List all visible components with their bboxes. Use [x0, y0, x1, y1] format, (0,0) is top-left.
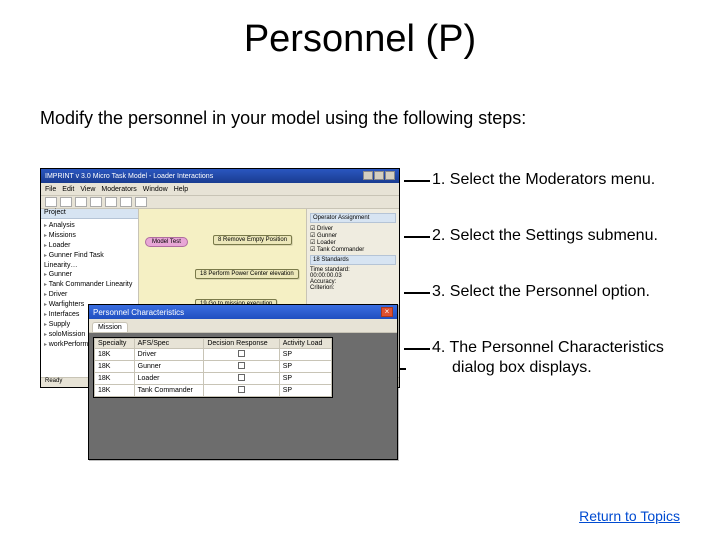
cell-checkbox[interactable] [204, 349, 279, 361]
personnel-grid: Specialty AFS/Spec Decision Response Act… [93, 337, 333, 398]
tool-button[interactable] [75, 197, 87, 207]
step-4-line2: dialog box displays. [432, 359, 592, 376]
col-specialty: Specialty [95, 339, 135, 349]
tool-button[interactable] [135, 197, 147, 207]
dialog-titlebar: Personnel Characteristics × [89, 305, 397, 319]
tree-item[interactable]: Tank Commander Linearity [44, 280, 135, 290]
step-2: 2. Select the Settings submenu. [432, 226, 702, 246]
step-3: 3. Select the Personnel option. [432, 282, 702, 302]
dialog-close-icon[interactable]: × [381, 307, 393, 317]
menu-file[interactable]: File [45, 186, 56, 193]
slide-title: Personnel (P) [0, 18, 720, 61]
step-4: 4. The Personnel Characteristics dialog … [432, 338, 702, 378]
cell: 18K [95, 349, 135, 361]
cell-checkbox[interactable] [204, 385, 279, 397]
toolbar [41, 195, 399, 209]
diagram-node[interactable]: 18 Perform Power Center elevation [195, 269, 299, 279]
personnel-dialog: Personnel Characteristics × Mission Spec… [88, 304, 398, 460]
intro-text: Modify the personnel in your model using… [40, 108, 526, 129]
cell-checkbox[interactable] [204, 361, 279, 373]
cell: 18K [95, 373, 135, 385]
tree-header: Project [41, 209, 138, 219]
menu-edit[interactable]: Edit [62, 186, 74, 193]
col-activity: Activity Load [279, 339, 331, 349]
step-1: 1. Select the Moderators menu. [432, 170, 702, 190]
operator-header: Operator Assignment [310, 213, 396, 223]
operator-checkbox[interactable]: Tank Commander [310, 246, 396, 253]
tool-button[interactable] [45, 197, 57, 207]
close-icon[interactable] [385, 171, 395, 180]
tree-item[interactable]: Loader [44, 241, 135, 251]
maximize-icon[interactable] [374, 171, 384, 180]
status-left: Ready [45, 378, 62, 387]
tree-item[interactable]: Missions [44, 231, 135, 241]
menu-view[interactable]: View [80, 186, 95, 193]
dialog-tabs: Mission [89, 319, 397, 333]
operator-checkbox[interactable]: Loader [310, 239, 396, 246]
operator-checkbox[interactable]: Driver [310, 225, 396, 232]
tree-item[interactable]: Gunner Find Task Linearity… [44, 251, 135, 270]
diagram-node[interactable]: 8 Remove Empty Position [213, 235, 292, 245]
table-row[interactable]: 18K Tank Commander SP [95, 385, 332, 397]
col-afsspec: AFS/Spec [134, 339, 204, 349]
tool-button[interactable] [105, 197, 117, 207]
minimize-icon[interactable] [363, 171, 373, 180]
col-decision: Decision Response [204, 339, 279, 349]
menu-window[interactable]: Window [143, 186, 168, 193]
cell: Tank Commander [134, 385, 204, 397]
dialog-title-text: Personnel Characteristics [93, 308, 184, 317]
dialog-body: Specialty AFS/Spec Decision Response Act… [89, 333, 397, 459]
table-header-row: Specialty AFS/Spec Decision Response Act… [95, 339, 332, 349]
step-1-text: 1. Select the Moderators menu. [432, 171, 655, 188]
cell: Gunner [134, 361, 204, 373]
tool-button[interactable] [90, 197, 102, 207]
step-4-line1: 4. The Personnel Characteristics [432, 339, 664, 356]
app-titlebar: IMPRINT v 3.0 Micro Task Model - Loader … [41, 169, 399, 183]
operator-checkbox[interactable]: Gunner [310, 232, 396, 239]
return-to-topics-link[interactable]: Return to Topics [579, 508, 680, 524]
tree-item[interactable]: Analysis [44, 221, 135, 231]
step-3-text: 3. Select the Personnel option. [432, 283, 650, 300]
app-title-text: IMPRINT v 3.0 Micro Task Model - Loader … [45, 173, 213, 180]
tool-button[interactable] [60, 197, 72, 207]
menu-moderators[interactable]: Moderators [101, 186, 136, 193]
tree-item[interactable]: Driver [44, 290, 135, 300]
cell: 18K [95, 385, 135, 397]
cell: Driver [134, 349, 204, 361]
tree-item[interactable]: Gunner [44, 270, 135, 280]
cell: Loader [134, 373, 204, 385]
menubar: File Edit View Moderators Window Help [41, 183, 399, 195]
tool-button[interactable] [120, 197, 132, 207]
tab-mission[interactable]: Mission [92, 322, 128, 332]
menu-help[interactable]: Help [174, 186, 188, 193]
cell: SP [279, 385, 331, 397]
cell-checkbox[interactable] [204, 373, 279, 385]
standards-header: 18 Standards [310, 255, 396, 265]
table-row[interactable]: 18K Loader SP [95, 373, 332, 385]
step-list: 1. Select the Moderators menu. 2. Select… [432, 170, 702, 414]
cell: SP [279, 361, 331, 373]
table-row[interactable]: 18K Gunner SP [95, 361, 332, 373]
cell: SP [279, 373, 331, 385]
cell: SP [279, 349, 331, 361]
kv-label: Criterion: [310, 285, 396, 291]
step-2-text: 2. Select the Settings submenu. [432, 227, 658, 244]
table-row[interactable]: 18K Driver SP [95, 349, 332, 361]
window-controls [362, 171, 395, 182]
cell: 18K [95, 361, 135, 373]
model-test-node[interactable]: Model Test [145, 237, 188, 247]
